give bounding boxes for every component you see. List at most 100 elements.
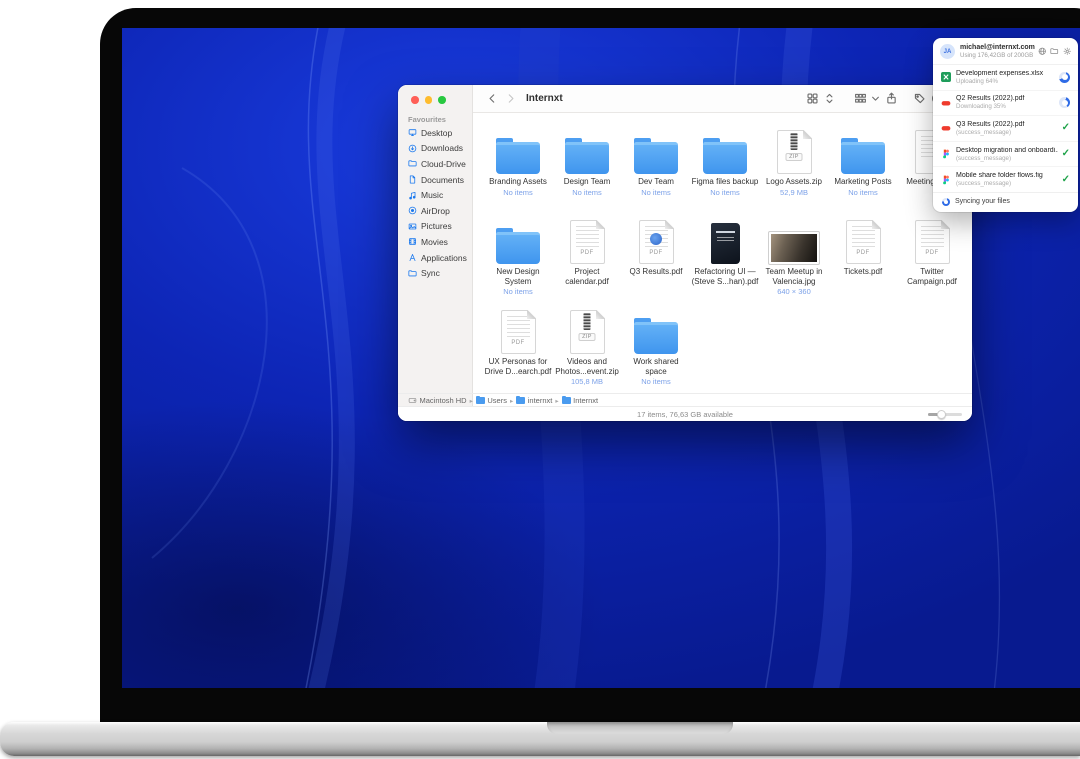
sidebar-item-applications[interactable]: Applications — [398, 250, 472, 266]
excel-icon — [941, 72, 953, 82]
forward-button[interactable] — [504, 92, 517, 105]
traffic-lights — [411, 96, 446, 104]
photo-thumbnail-icon — [769, 232, 819, 264]
folder-icon — [841, 142, 885, 174]
airdrop-icon — [408, 206, 417, 215]
file-item-logo-assets-zip[interactable]: ZIP Logo Assets.zip 52,9 MB — [762, 124, 826, 214]
sidebar-item-sync[interactable]: Sync — [398, 265, 472, 281]
settings-gear-icon[interactable] — [1063, 47, 1072, 56]
tag-button[interactable] — [913, 92, 926, 105]
account-email: michael@internxt.com — [960, 44, 1038, 51]
path-segment-internxt[interactable]: internxt — [516, 396, 552, 405]
folder-icon — [562, 397, 571, 404]
close-button[interactable] — [411, 96, 419, 104]
group-chevron-icon[interactable] — [869, 92, 882, 105]
path-separator: ▸ — [555, 397, 558, 405]
back-button[interactable] — [486, 92, 499, 105]
file-item-team-meetup-in-valencia-jpg[interactable]: Team Meetup in Valencia.jpg 640 × 360 — [762, 214, 826, 304]
storage-usage: Using 176,42GB of 200GB — [960, 52, 1038, 59]
progress-spinner-icon — [1059, 97, 1070, 108]
file-item-figma-files-backup[interactable]: Figma files backup No items — [693, 124, 757, 214]
globe-icon[interactable] — [1038, 47, 1047, 56]
sidebar-item-pictures[interactable]: Pictures — [398, 219, 472, 235]
sidebar-list: Desktop Downloads Cloud-Drive Documents … — [398, 125, 472, 281]
sync-item-q2-results-2022-pdf[interactable]: Q2 Results (2022).pdf Downloading 35% — [933, 90, 1078, 116]
path-separator: ▸ — [510, 397, 513, 405]
figma-icon — [941, 149, 953, 159]
sidebar-item-desktop[interactable]: Desktop — [398, 125, 472, 141]
file-item-twitter-campaign-pdf[interactable]: PDF Twitter Campaign.pdf — [900, 214, 964, 304]
path-segment-internxt[interactable]: Internxt — [562, 396, 599, 405]
sync-item-desktop-migration-and-onboardi[interactable]: Desktop migration and onboardi... (succe… — [933, 141, 1078, 167]
group-by-button[interactable] — [854, 92, 867, 105]
laptop-deck — [0, 722, 1080, 756]
file-item-design-team[interactable]: Design Team No items — [555, 124, 619, 214]
pdf-icon: PDF — [639, 220, 674, 264]
zoom-button[interactable] — [438, 96, 446, 104]
sort-order-button[interactable] — [823, 92, 836, 105]
pdf-icon: PDF — [915, 220, 950, 264]
sync-item-development-expenses-xlsx[interactable]: Development expenses.xlsx Uploading 64% — [933, 65, 1078, 90]
sidebar-item-airdrop[interactable]: AirDrop — [398, 203, 472, 219]
file-item-dev-team[interactable]: Dev Team No items — [624, 124, 688, 214]
files-grid: Branding Assets No items Design Team No … — [486, 124, 964, 394]
avatar: JA — [940, 44, 955, 59]
open-folder-icon[interactable] — [1050, 47, 1059, 56]
disk-icon — [408, 396, 417, 405]
chart-thumbnail — [650, 233, 662, 245]
movies-icon — [408, 237, 417, 246]
pictures-icon — [408, 222, 417, 231]
file-item-videos-and-photos-event-zip[interactable]: ZIP Videos and Photos...event.zip 105,8 … — [555, 304, 619, 394]
view-grid-button[interactable] — [806, 92, 819, 105]
folder-icon — [496, 232, 540, 264]
file-item-tickets-pdf[interactable]: PDF Tickets.pdf — [831, 214, 895, 304]
path-bar: Macintosh HD▸Users▸internxt▸Internxt — [398, 393, 972, 407]
sidebar-item-movies[interactable]: Movies — [398, 234, 472, 250]
downloads-icon — [408, 144, 417, 153]
item-count-status: 17 items, 76,63 GB available — [398, 410, 972, 419]
success-check-icon: ✓ — [1062, 175, 1070, 185]
folder-icon — [408, 159, 417, 168]
file-item-q3-results-pdf[interactable]: PDF Q3 Results.pdf — [624, 214, 688, 304]
path-separator: ▸ — [470, 397, 473, 405]
file-item-refactoring-ui-steve-s-han-pdf[interactable]: Refactoring UI — (Steve S...han).pdf — [693, 214, 757, 304]
file-item-work-shared-space[interactable]: Work shared space No items — [624, 304, 688, 394]
folder-icon — [565, 142, 609, 174]
success-check-icon: ✓ — [1062, 149, 1070, 159]
window-title: Internxt — [526, 93, 563, 104]
file-item-branding-assets[interactable]: Branding Assets No items — [486, 124, 550, 214]
zip-icon: ZIP — [570, 310, 605, 354]
applications-icon — [408, 253, 417, 262]
sidebar-heading: Favourites — [408, 115, 446, 124]
status-bar: 17 items, 76,63 GB available — [398, 406, 972, 421]
folder-icon — [516, 397, 525, 404]
desktop-icon — [408, 128, 417, 137]
document-icon — [408, 175, 417, 184]
sidebar-item-documents[interactable]: Documents — [398, 172, 472, 188]
sync-item-q3-results-2022-pdf[interactable]: Q3 Results (2022).pdf (success_message) … — [933, 115, 1078, 141]
slider-knob[interactable] — [937, 410, 946, 419]
laptop-deck-notch — [547, 722, 733, 734]
sidebar-item-downloads[interactable]: Downloads — [398, 141, 472, 157]
sync-item-mobile-share-folder-flows-fig[interactable]: Mobile share folder flows.fig (success_m… — [933, 166, 1078, 192]
book-cover-icon — [711, 223, 740, 264]
folder-icon — [496, 142, 540, 174]
sidebar-item-music[interactable]: Music — [398, 187, 472, 203]
minimize-button[interactable] — [425, 96, 433, 104]
folder-icon — [634, 142, 678, 174]
pdf-mini-icon — [941, 98, 953, 108]
path-segment-users[interactable]: Users — [476, 396, 507, 405]
sidebar-item-cloud-drive[interactable]: Cloud-Drive — [398, 156, 472, 172]
file-item-new-design-system[interactable]: New Design System No items — [486, 214, 550, 304]
path-segment-macintosh-hd[interactable]: Macintosh HD — [408, 396, 467, 405]
syncing-status-label: Syncing your files — [955, 198, 1010, 205]
zip-icon: ZIP — [777, 130, 812, 174]
pdf-icon: PDF — [570, 220, 605, 264]
share-button[interactable] — [885, 92, 898, 105]
finder-window: Favourites Desktop Downloads Cloud-Drive… — [398, 85, 972, 421]
icon-size-slider[interactable] — [928, 413, 962, 416]
file-item-marketing-posts[interactable]: Marketing Posts No items — [831, 124, 895, 214]
file-item-project-calendar-pdf[interactable]: PDF Project calendar.pdf — [555, 214, 619, 304]
syncing-spinner-icon — [942, 198, 950, 206]
file-item-ux-personas-for-drive-d-earch-pdf[interactable]: PDF UX Personas for Drive D...earch.pdf — [486, 304, 550, 394]
